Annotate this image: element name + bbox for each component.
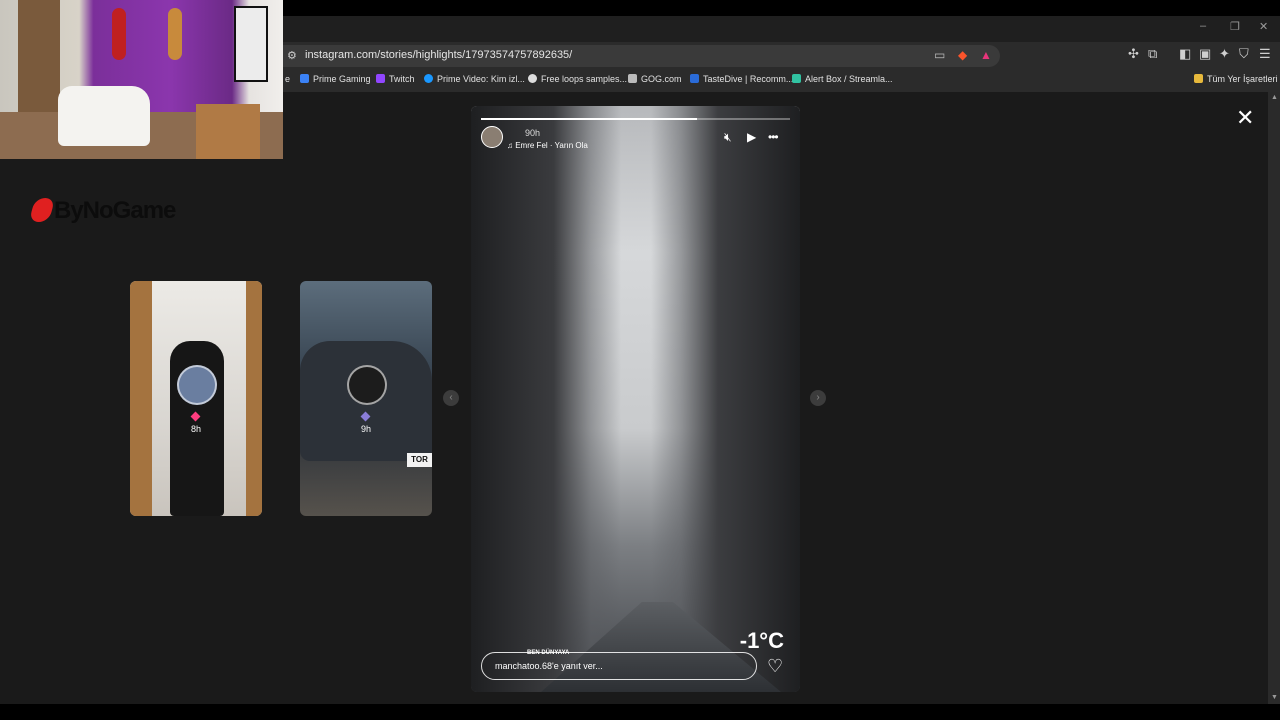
story-preview-card[interactable]: TOR 9h xyxy=(300,281,432,516)
webcam-poster xyxy=(234,6,268,82)
streamlabs-icon xyxy=(792,74,801,83)
page-scrollbar[interactable]: ▲ ▼ xyxy=(1268,92,1280,704)
window-close-icon[interactable]: ✕ xyxy=(1259,20,1268,33)
scroll-down-icon[interactable]: ▼ xyxy=(1271,694,1278,701)
story-progress-bar xyxy=(481,118,790,120)
cast-icon[interactable]: ▭ xyxy=(934,48,945,62)
story-time: 9h xyxy=(360,424,371,434)
webcam-bed xyxy=(58,86,150,146)
address-bar[interactable]: ⚙ instagram.com/stories/highlights/17973… xyxy=(283,45,1000,67)
webcam-chair xyxy=(196,104,260,159)
minimize-icon[interactable]: – xyxy=(1200,20,1206,32)
bookmarks-bar: e Prime Gaming Twitch Prime Video: Kim i… xyxy=(283,70,1280,92)
scroll-up-icon[interactable]: ▲ xyxy=(1271,94,1278,101)
all-bookmarks-folder[interactable]: Tüm Yer İşaretleri xyxy=(1194,74,1278,84)
prime-video-icon xyxy=(424,74,433,83)
free-loops-icon xyxy=(528,74,537,83)
twitch-icon xyxy=(376,74,385,83)
guitar-red xyxy=(112,8,126,60)
bookmark-item[interactable]: e xyxy=(285,74,290,84)
brave-shield-icon[interactable]: ◆ xyxy=(958,48,967,62)
webcam-overlay xyxy=(0,0,283,159)
tab-search-icon[interactable]: ⧉ xyxy=(1148,46,1157,62)
story-user-avatar xyxy=(347,365,387,405)
previous-story-button[interactable]: ‹ xyxy=(443,390,459,406)
sidebar-icon[interactable]: ◧ xyxy=(1179,46,1191,62)
screen-bottom-bar xyxy=(0,704,1280,720)
story-progress-fill xyxy=(481,118,698,120)
bookmark-prime-gaming[interactable]: Prime Gaming xyxy=(300,74,371,84)
story-time: 8h xyxy=(190,424,201,434)
url-text[interactable]: instagram.com/stories/highlights/1797357… xyxy=(305,49,572,61)
tastedive-icon xyxy=(690,74,699,83)
site-settings-icon[interactable]: ⚙ xyxy=(287,49,297,62)
extensions-icon[interactable]: ✣ xyxy=(1128,46,1139,62)
guitar-acoustic xyxy=(168,8,182,60)
menu-icon[interactable]: ☰ xyxy=(1259,46,1271,62)
story-viewer[interactable]: 90h ♫ Emre Fel · Yarın Ola 🔇︎ ▶ ••• -1°C… xyxy=(471,106,800,692)
reply-input[interactable]: manchatoo.68'e yanıt ver... xyxy=(481,652,757,680)
story-user-avatar xyxy=(177,365,217,405)
gog-icon xyxy=(628,74,637,83)
play-icon[interactable]: ▶ xyxy=(747,130,756,144)
story-preview-card[interactable]: 8h xyxy=(130,281,262,516)
temperature-sticker: -1°C xyxy=(739,628,784,653)
bookmark-tastedive[interactable]: TasteDive | Recomm... xyxy=(690,74,793,84)
next-story-button[interactable]: › xyxy=(810,390,826,406)
more-options-icon[interactable]: ••• xyxy=(768,130,779,144)
mute-icon[interactable]: 🔇︎ xyxy=(724,130,732,145)
license-plate: TOR xyxy=(407,453,432,467)
restore-icon[interactable]: ❐ xyxy=(1230,20,1240,33)
prime-gaming-icon xyxy=(300,74,309,83)
vpn-icon[interactable]: ⛉ xyxy=(1239,46,1249,62)
brave-rewards-icon[interactable]: ▲ xyxy=(980,48,992,62)
tab-strip xyxy=(283,16,1280,42)
bookmark-prime-video[interactable]: Prime Video: Kim izl... xyxy=(424,74,525,84)
bynogame-logo-mark xyxy=(28,198,56,222)
bookmark-twitch[interactable]: Twitch xyxy=(376,74,415,84)
close-story-icon[interactable]: ✕ xyxy=(1236,105,1254,131)
folder-icon xyxy=(1194,74,1203,83)
mirror-frame xyxy=(246,281,262,516)
like-heart-icon[interactable]: ♡ xyxy=(767,656,783,677)
bynogame-logo: ByNoGame xyxy=(28,197,176,225)
story-photo-trees-left xyxy=(471,106,621,692)
bookmark-alert-box[interactable]: Alert Box / Streamla... xyxy=(792,74,893,84)
leo-ai-icon[interactable]: ✦ xyxy=(1219,46,1230,62)
bookmark-free-loops[interactable]: Free loops samples... xyxy=(528,74,627,84)
bookmark-gog[interactable]: GOG.com xyxy=(628,74,682,84)
wallet-icon[interactable]: ▣ xyxy=(1199,46,1211,62)
mirror-frame xyxy=(130,281,152,516)
story-time: 90h xyxy=(525,128,541,138)
story-author-avatar[interactable] xyxy=(481,126,503,148)
story-music-label[interactable]: ♫ Emre Fel · Yarın Ola xyxy=(507,141,588,150)
